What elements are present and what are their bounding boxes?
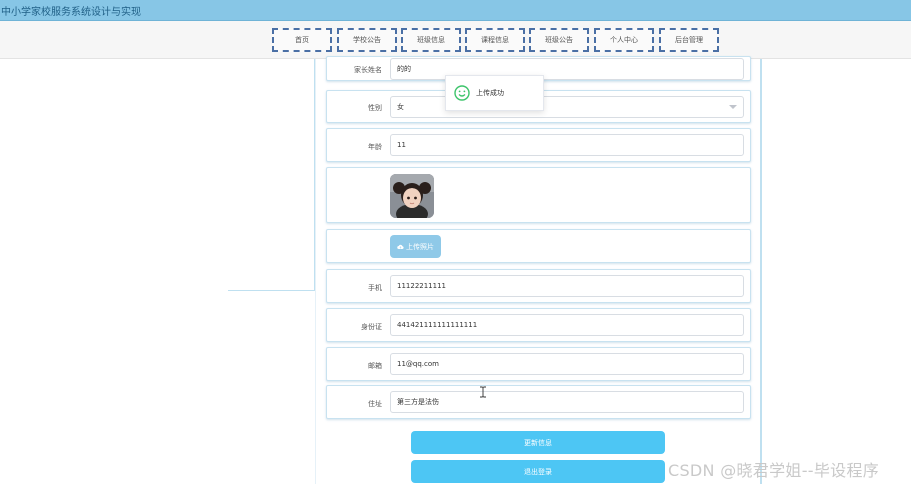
nav-school-notices[interactable]: 学校公告 bbox=[337, 28, 397, 52]
row-id-card: 身份证 441421111111111111 bbox=[326, 308, 751, 342]
nav-personal-center[interactable]: 个人中心 bbox=[594, 28, 654, 52]
age-label: 年龄 bbox=[368, 143, 382, 151]
parent-name-input[interactable]: 的的 bbox=[390, 58, 744, 80]
nav-home[interactable]: 首页 bbox=[272, 28, 332, 52]
nav-admin[interactable]: 后台管理 bbox=[659, 28, 719, 52]
id-card-input[interactable]: 441421111111111111 bbox=[390, 314, 744, 336]
chevron-down-icon bbox=[729, 105, 737, 109]
update-info-button[interactable]: 更新信息 bbox=[411, 431, 665, 454]
id-card-label: 身份证 bbox=[361, 323, 382, 331]
parent-name-label: 家长姓名 bbox=[354, 66, 382, 74]
row-photo-upload: 上传照片 bbox=[326, 229, 751, 263]
row-phone: 手机 11122211111 bbox=[326, 269, 751, 303]
logout-button[interactable]: 退出登录 bbox=[411, 460, 665, 483]
toast-message: 上传成功 bbox=[476, 89, 504, 97]
upload-photo-label: 上传照片 bbox=[406, 242, 434, 251]
watermark: CSDN @晓君学姐--毕设程序 bbox=[668, 461, 880, 480]
email-input[interactable]: 11@qq.com bbox=[390, 353, 744, 375]
age-input[interactable]: 11 bbox=[390, 134, 744, 156]
row-email: 邮箱 11@qq.com bbox=[326, 347, 751, 381]
app-title: 中小学家校服务系统设计与实现 bbox=[1, 7, 141, 18]
nav-course-info[interactable]: 课程信息 bbox=[465, 28, 525, 52]
gender-value: 女 bbox=[397, 103, 404, 111]
address-label: 住址 bbox=[368, 400, 382, 408]
address-input[interactable]: 第三方是法伤 bbox=[390, 391, 744, 413]
row-address: 住址 第三方是法伤 bbox=[326, 385, 751, 419]
toast-notification: 上传成功 bbox=[445, 75, 544, 111]
email-label: 邮箱 bbox=[368, 362, 382, 370]
left-panel bbox=[228, 59, 315, 291]
nav-class-notices[interactable]: 班级公告 bbox=[529, 28, 589, 52]
nav-class-info[interactable]: 班级信息 bbox=[401, 28, 461, 52]
gender-label: 性别 bbox=[368, 104, 382, 112]
smile-icon bbox=[454, 85, 470, 101]
text-cursor-icon bbox=[480, 386, 486, 398]
gender-select[interactable]: 女 bbox=[390, 96, 744, 118]
row-photo-preview bbox=[326, 167, 751, 223]
row-age: 年龄 11 bbox=[326, 128, 751, 162]
phone-label: 手机 bbox=[368, 284, 382, 292]
nav-bar: 首页 学校公告 班级信息 课程信息 班级公告 个人中心 后台管理 bbox=[0, 21, 911, 59]
title-bar: 中小学家校服务系统设计与实现 bbox=[0, 0, 911, 21]
phone-input[interactable]: 11122211111 bbox=[390, 275, 744, 297]
upload-photo-button[interactable]: 上传照片 bbox=[390, 235, 441, 258]
cloud-upload-icon bbox=[397, 244, 404, 249]
avatar bbox=[390, 174, 434, 218]
child-photo bbox=[390, 174, 434, 218]
